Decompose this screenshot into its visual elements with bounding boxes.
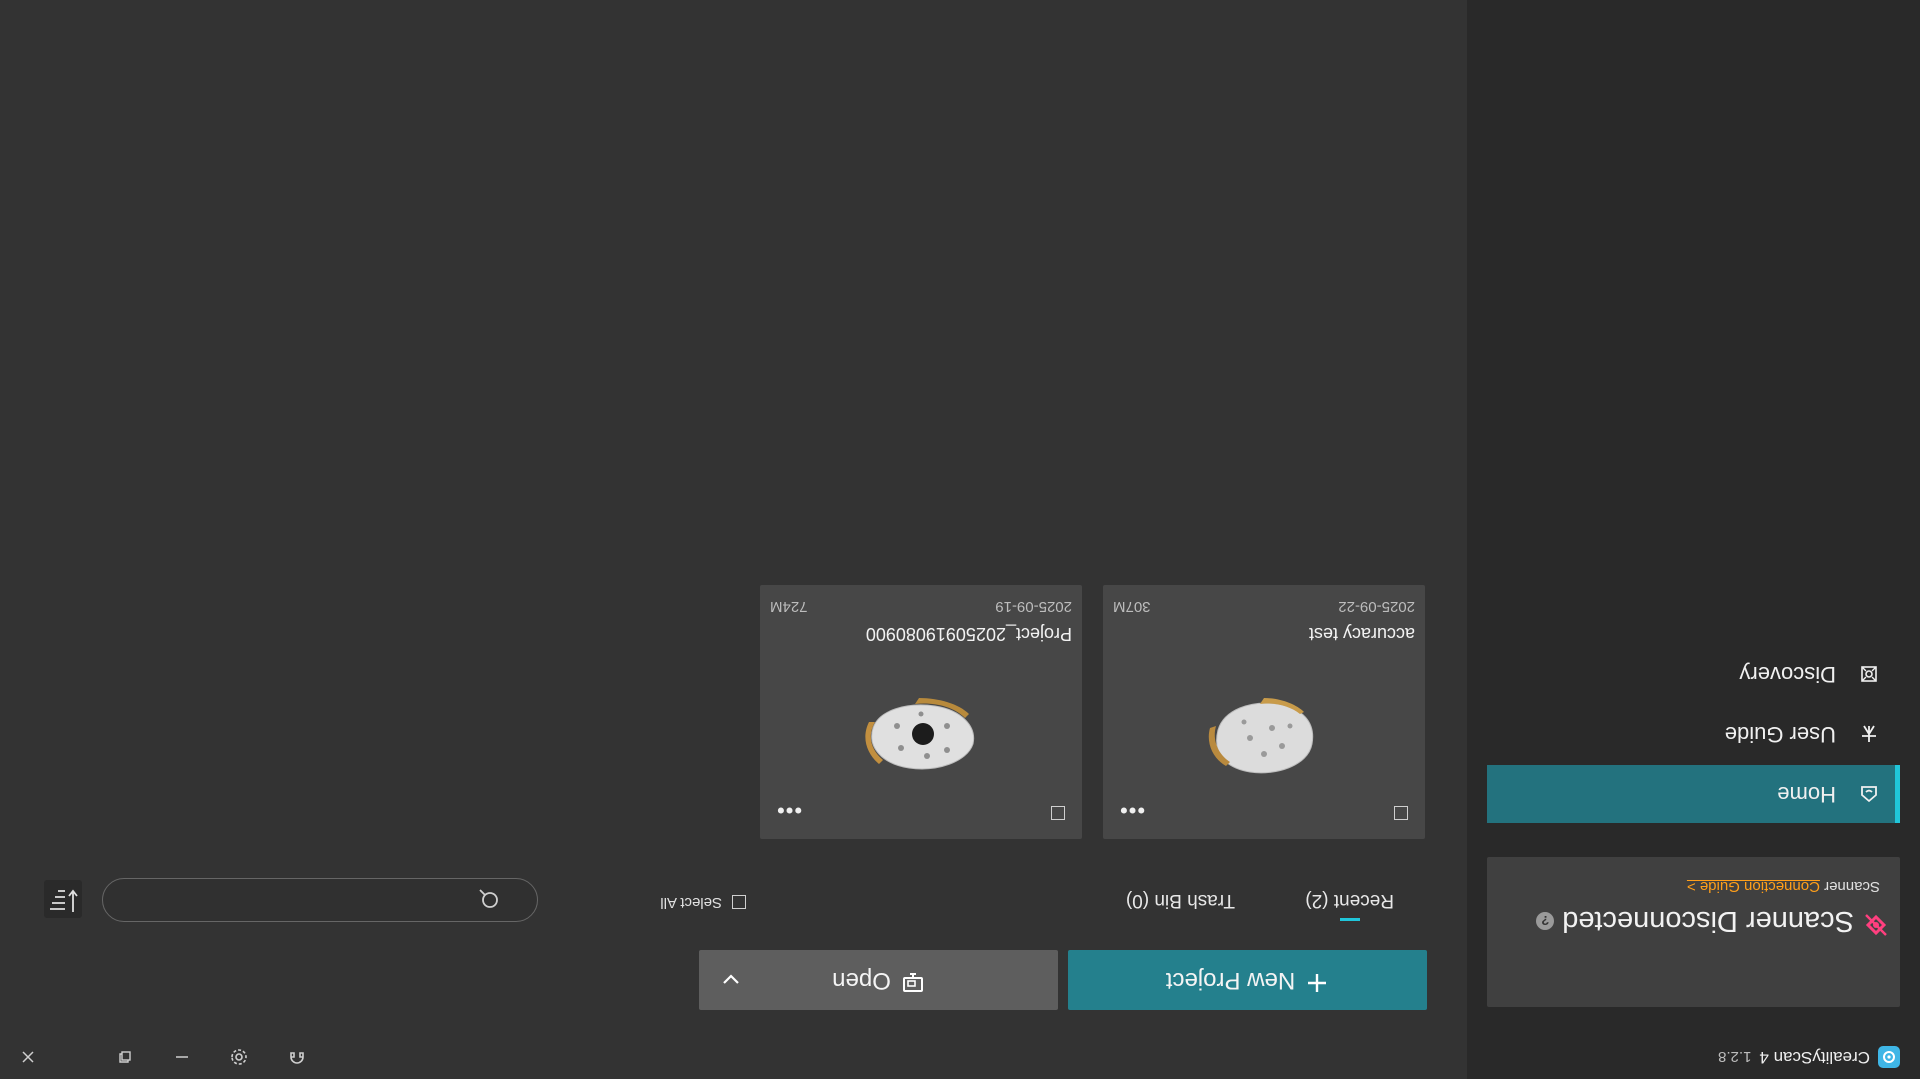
app-logo-icon <box>1878 1046 1900 1068</box>
search-field[interactable] <box>133 885 467 913</box>
more-options-icon[interactable]: ••• <box>776 797 802 823</box>
plus-icon <box>1305 965 1329 996</box>
project-checkbox[interactable] <box>1051 806 1065 820</box>
scanner-disconnected-icon <box>1862 903 1890 939</box>
tab-active-indicator <box>1340 918 1360 921</box>
project-name: Project_20250919080900 <box>865 624 1072 644</box>
sort-button[interactable] <box>44 880 82 918</box>
project-meta: 2025-09-19 724M <box>770 598 1072 615</box>
select-all[interactable]: Select All <box>660 894 746 911</box>
open-button[interactable]: Open <box>699 950 1058 1010</box>
scanner-status-row: Scanner Disconnected ? <box>1536 903 1890 939</box>
sidebar-item-label: User Guide <box>1724 722 1836 747</box>
project-size: 307M <box>1113 598 1151 615</box>
sort-icon <box>48 882 78 917</box>
select-all-checkbox[interactable] <box>732 895 746 910</box>
project-date: 2025-09-19 <box>995 598 1072 615</box>
minimize-icon[interactable] <box>170 1045 194 1069</box>
scanner-status-card: Scanner Connection Guide > Scanner Disco… <box>1487 857 1900 1007</box>
feedback-icon[interactable] <box>285 1045 309 1069</box>
guide-prefix: Scanner <box>1824 878 1880 895</box>
sidebar: CrealityScan 4 1.2.8 Scanner Connection … <box>1467 0 1920 1079</box>
sidebar-item-discovery[interactable]: Discovery <box>1487 645 1900 703</box>
app-brand: CrealityScan 4 1.2.8 <box>1718 1046 1900 1068</box>
scanner-status-text: Scanner Disconnected <box>1562 905 1854 938</box>
project-size: 724M <box>770 598 808 615</box>
project-meta: 2025-09-22 307M <box>1113 598 1415 615</box>
search-icon[interactable] <box>477 882 501 911</box>
close-icon[interactable] <box>16 1045 40 1069</box>
monitor-icon <box>901 965 925 996</box>
project-card[interactable]: ••• accuracy test 2025-09-22 307M <box>1103 585 1425 839</box>
tab-recent[interactable]: Recent (2) <box>1305 889 1394 921</box>
project-date: 2025-09-22 <box>1338 598 1415 615</box>
sidebar-item-label: Discovery <box>1739 662 1836 687</box>
new-project-label: New Project <box>1165 967 1296 994</box>
tab-label: Trash Bin (0) <box>1125 890 1235 911</box>
project-thumbnail <box>865 698 975 770</box>
user-guide-icon <box>1858 723 1880 745</box>
open-label: Open <box>832 967 891 994</box>
sidebar-item-label: Home <box>1777 782 1836 807</box>
new-project-button[interactable]: New Project <box>1068 950 1427 1010</box>
connection-guide-row: Scanner Connection Guide > <box>1687 878 1880 895</box>
project-name: accuracy test <box>1308 624 1415 644</box>
more-options-icon[interactable]: ••• <box>1119 797 1145 823</box>
select-all-label: Select All <box>660 894 722 911</box>
home-icon <box>1858 783 1880 805</box>
app-version: 1.2.8 <box>1718 1048 1752 1066</box>
tab-label: Recent (2) <box>1305 890 1394 911</box>
sidebar-item-user-guide[interactable]: User Guide <box>1487 705 1900 763</box>
app-name: CrealityScan 4 <box>1759 1048 1870 1067</box>
tab-trash-bin[interactable]: Trash Bin (0) <box>1126 889 1235 911</box>
restore-icon[interactable] <box>113 1045 137 1069</box>
connection-guide-link[interactable]: Connection Guide > <box>1687 878 1820 895</box>
project-card[interactable]: ••• Project_20250919080900 2025-09-19 72… <box>760 585 1082 839</box>
search-input[interactable] <box>102 878 538 922</box>
gear-icon[interactable] <box>227 1045 251 1069</box>
project-thumbnail <box>1208 698 1314 774</box>
discovery-icon <box>1858 663 1880 685</box>
project-checkbox[interactable] <box>1394 806 1408 820</box>
sidebar-item-home[interactable]: Home <box>1487 765 1900 823</box>
chevron-down-icon[interactable] <box>719 961 743 992</box>
help-icon[interactable]: ? <box>1536 912 1555 930</box>
